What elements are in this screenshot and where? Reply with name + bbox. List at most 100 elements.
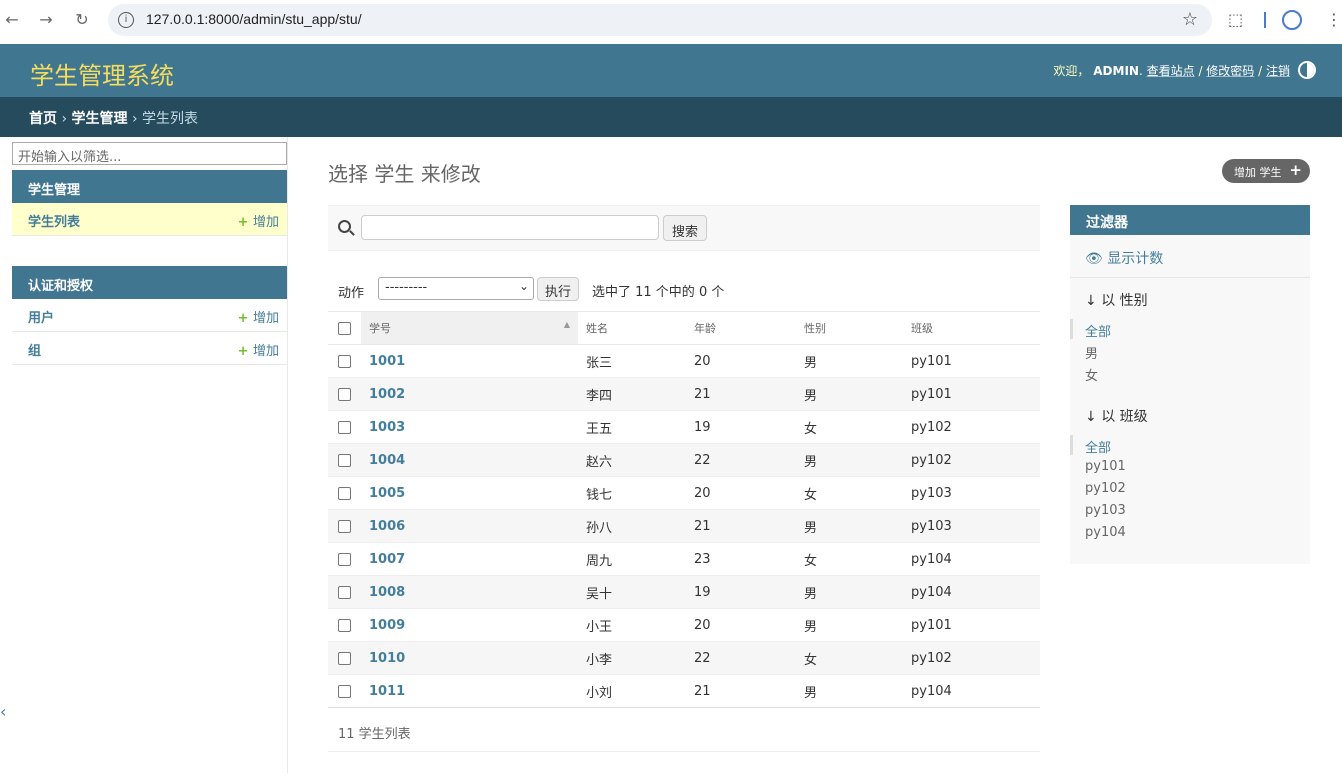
app-caption[interactable]: 学生管理: [12, 170, 287, 203]
table-row[interactable]: 1007 周九 23 女 py104: [328, 542, 1040, 576]
add-label[interactable]: 增加: [253, 215, 279, 230]
filter-option[interactable]: py101: [1085, 459, 1126, 474]
filter-option[interactable]: py102: [1085, 481, 1126, 496]
filter-group-gender[interactable]: ↓ 以 性别: [1085, 290, 1148, 310]
cell-id[interactable]: 1006: [361, 509, 578, 543]
table-row[interactable]: 1010 小李 22 女 py102: [328, 641, 1040, 675]
bookmark-star-icon[interactable]: ☆: [1182, 9, 1198, 30]
filter-option[interactable]: 全部: [1085, 437, 1111, 456]
search-input[interactable]: [361, 215, 659, 240]
row-link[interactable]: 1010: [369, 651, 405, 666]
cell-id[interactable]: 1007: [361, 542, 578, 576]
show-counts-link[interactable]: 👁 显示计数: [1085, 248, 1163, 268]
add-label[interactable]: 增加: [253, 344, 279, 359]
cell-id[interactable]: 1004: [361, 443, 578, 477]
column-label[interactable]: 学号: [369, 322, 391, 335]
row-checkbox[interactable]: [338, 387, 351, 401]
row-checkbox[interactable]: [338, 585, 351, 599]
filter-option[interactable]: 女: [1085, 365, 1098, 384]
show-counts-label[interactable]: 显示计数: [1107, 251, 1163, 267]
row-checkbox[interactable]: [338, 519, 351, 533]
row-checkbox[interactable]: [338, 486, 351, 500]
table-row[interactable]: 1004 赵六 22 男 py102: [328, 443, 1040, 477]
row-link[interactable]: 1008: [369, 585, 405, 600]
back-icon[interactable]: ←: [2, 10, 22, 30]
filter-group-label[interactable]: 以 性别: [1101, 293, 1147, 309]
row-link[interactable]: 1004: [369, 453, 405, 468]
address-bar[interactable]: i 127.0.0.1:8000/admin/stu_app/stu/ ☆: [108, 4, 1212, 36]
row-link[interactable]: 1003: [369, 420, 405, 435]
cell-id[interactable]: 1005: [361, 476, 578, 510]
breadcrumb-home[interactable]: 首页: [29, 111, 57, 127]
app-caption[interactable]: 认证和授权: [12, 266, 287, 299]
table-row[interactable]: 1003 王五 19 女 py102: [328, 410, 1040, 444]
row-link[interactable]: 1009: [369, 618, 405, 633]
table-row[interactable]: 1008 吴十 19 男 py104: [328, 575, 1040, 609]
menu-icon[interactable]: ⋮: [1326, 10, 1342, 29]
cell-id[interactable]: 1009: [361, 608, 578, 642]
add-student-label[interactable]: 增加 学生: [1234, 166, 1282, 179]
row-link[interactable]: 1011: [369, 684, 405, 699]
table-row[interactable]: 1005 钱七 20 女 py103: [328, 476, 1040, 510]
table-row[interactable]: 1006 孙八 21 男 py103: [328, 509, 1040, 543]
filter-option[interactable]: py103: [1085, 503, 1126, 518]
site-title[interactable]: 学生管理系统: [30, 56, 174, 91]
row-checkbox[interactable]: [338, 651, 351, 665]
row-checkbox[interactable]: [338, 354, 351, 368]
add-label[interactable]: 增加: [253, 311, 279, 326]
row-link[interactable]: 1007: [369, 552, 405, 567]
row-checkbox[interactable]: [338, 684, 351, 698]
row-link[interactable]: 1002: [369, 387, 405, 402]
breadcrumb-app[interactable]: 学生管理: [72, 111, 128, 127]
row-checkbox[interactable]: [338, 420, 351, 434]
model-link[interactable]: 组: [28, 340, 41, 359]
url-text[interactable]: 127.0.0.1:8000/admin/stu_app/stu/: [146, 11, 362, 27]
extensions-icon[interactable]: ⬚: [1228, 10, 1243, 29]
change-password-link[interactable]: 修改密码: [1206, 64, 1254, 78]
model-link[interactable]: 学生列表: [28, 211, 80, 230]
table-row[interactable]: 1011 小刘 21 男 py104: [328, 674, 1040, 708]
profile-icon[interactable]: [1282, 10, 1302, 30]
view-site-link[interactable]: 查看站点: [1147, 64, 1195, 78]
row-link[interactable]: 1006: [369, 519, 405, 534]
filter-option[interactable]: 全部: [1085, 321, 1111, 340]
sidebar-item-users[interactable]: 用户 + 增加: [12, 299, 287, 332]
add-link[interactable]: + 增加: [238, 340, 279, 359]
go-button[interactable]: 执行: [537, 277, 580, 301]
site-info-icon[interactable]: i: [118, 12, 134, 28]
cell-id[interactable]: 1003: [361, 410, 578, 444]
table-row[interactable]: 1002 李四 21 男 py101: [328, 377, 1040, 411]
table-row[interactable]: 1001 张三 20 男 py101: [328, 344, 1040, 378]
logout-link[interactable]: 注销: [1266, 64, 1290, 78]
cell-id[interactable]: 1008: [361, 575, 578, 609]
nav-filter-input[interactable]: 开始输入以筛选...: [12, 142, 287, 165]
row-link[interactable]: 1001: [369, 354, 405, 369]
filter-group-label[interactable]: 以 班级: [1101, 409, 1147, 425]
row-link[interactable]: 1005: [369, 486, 405, 501]
collapse-sidebar-icon[interactable]: ‹: [0, 702, 6, 721]
row-checkbox[interactable]: [338, 552, 351, 566]
add-link[interactable]: + 增加: [238, 211, 279, 230]
forward-icon[interactable]: →: [36, 10, 56, 30]
model-link[interactable]: 用户: [28, 307, 54, 326]
table-row[interactable]: 1009 小王 20 男 py101: [328, 608, 1040, 642]
add-student-button[interactable]: 增加 学生 +: [1222, 159, 1310, 183]
row-checkbox[interactable]: [338, 618, 351, 632]
reload-icon[interactable]: ↻: [72, 10, 92, 30]
cell-id[interactable]: 1001: [361, 344, 578, 378]
sort-asc-icon[interactable]: ▲: [564, 320, 570, 329]
sidebar-item-students[interactable]: 学生列表 + 增加: [12, 203, 287, 236]
sidebar-item-groups[interactable]: 组 + 增加: [12, 332, 287, 365]
filter-group-class[interactable]: ↓ 以 班级: [1085, 406, 1148, 426]
filter-option[interactable]: py104: [1085, 525, 1126, 540]
select-all-checkbox[interactable]: [338, 321, 351, 335]
add-link[interactable]: + 增加: [238, 307, 279, 326]
column-header-id[interactable]: 学号 ▲: [361, 311, 578, 345]
search-button[interactable]: 搜索: [663, 215, 708, 241]
theme-toggle-icon[interactable]: [1298, 61, 1316, 79]
cell-id[interactable]: 1011: [361, 674, 578, 708]
cell-id[interactable]: 1002: [361, 377, 578, 411]
action-select-value[interactable]: ---------: [385, 280, 427, 295]
filter-option[interactable]: 男: [1085, 343, 1098, 362]
action-select[interactable]: --------- ⌄: [378, 277, 534, 300]
